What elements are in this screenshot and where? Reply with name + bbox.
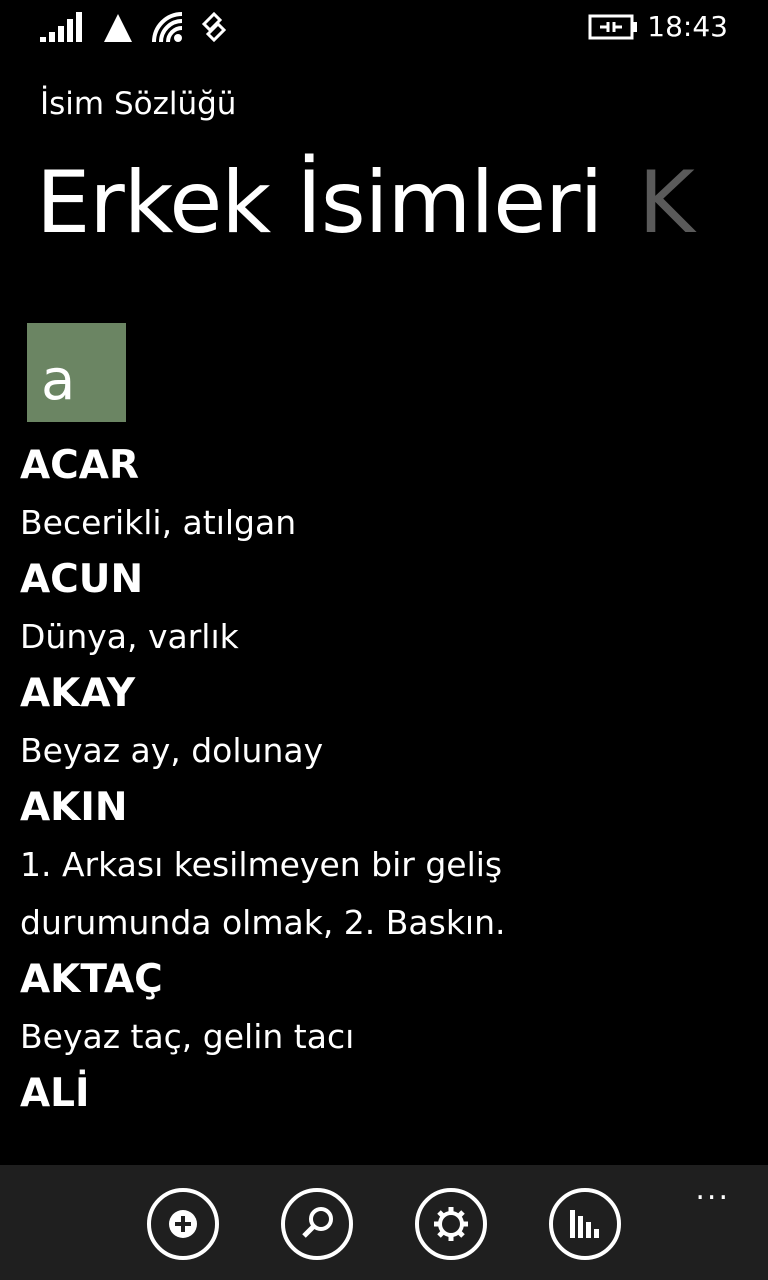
- list-item[interactable]: ALİ: [20, 1066, 750, 1122]
- entry-description: Dünya, varlık: [20, 617, 239, 656]
- more-menu-button[interactable]: ...: [695, 1175, 730, 1205]
- entry-name: AKAY: [20, 671, 136, 716]
- entry-name: ACUN: [20, 557, 144, 602]
- entry-description: Becerikli, atılgan: [20, 503, 297, 542]
- application-bar: ...: [0, 1165, 768, 1280]
- add-button[interactable]: [145, 1186, 221, 1262]
- wifi-icon: [152, 12, 183, 43]
- entry-description: Beyaz taç, gelin tacı: [20, 1017, 355, 1056]
- settings-icon: [415, 1188, 487, 1260]
- pivot-header: Erkek İsimleri K: [36, 148, 695, 258]
- status-bar: 18:43: [0, 0, 768, 56]
- app-title: İsim Sözlüğü: [40, 86, 237, 122]
- signal-strength-icon: [40, 12, 82, 42]
- pivot-item-erkek-isimleri[interactable]: Erkek İsimleri: [36, 153, 603, 253]
- entry-description-line: 1. Arkası kesilmeyen bir geliş: [20, 845, 503, 884]
- data-sync-icon: [201, 11, 227, 43]
- settings-button[interactable]: [413, 1186, 489, 1262]
- pivot-item-next[interactable]: K: [638, 153, 694, 253]
- list-item[interactable]: AKAY Beyaz ay, dolunay: [20, 666, 750, 780]
- roaming-triangle-icon: [104, 14, 132, 42]
- search-icon: [281, 1188, 353, 1260]
- chart-icon: [549, 1188, 621, 1260]
- entry-name: ALİ: [20, 1071, 90, 1116]
- add-icon: [147, 1188, 219, 1260]
- list-item[interactable]: AKTAÇ Beyaz taç, gelin tacı: [20, 952, 750, 1066]
- search-button[interactable]: [279, 1186, 355, 1262]
- statistics-button[interactable]: [547, 1186, 623, 1262]
- list-item[interactable]: ACUN Dünya, varlık: [20, 552, 750, 666]
- group-letter: a: [41, 348, 76, 413]
- entry-name: ACAR: [20, 443, 140, 488]
- clock: 18:43: [647, 10, 728, 43]
- battery-charging-icon: [588, 14, 637, 40]
- entry-name: AKIN: [20, 785, 128, 830]
- entry-description-line: durumunda olmak, 2. Baskın.: [20, 903, 506, 942]
- names-list[interactable]: ACAR Becerikli, atılgan ACUN Dünya, varl…: [20, 438, 750, 1143]
- entry-description: Beyaz ay, dolunay: [20, 731, 324, 770]
- entry-name: AKTAÇ: [20, 957, 163, 1002]
- list-item[interactable]: ACAR Becerikli, atılgan: [20, 438, 750, 552]
- list-item[interactable]: AKIN 1. Arkası kesilmeyen bir geliş duru…: [20, 780, 750, 952]
- group-header-tile[interactable]: a: [27, 323, 126, 422]
